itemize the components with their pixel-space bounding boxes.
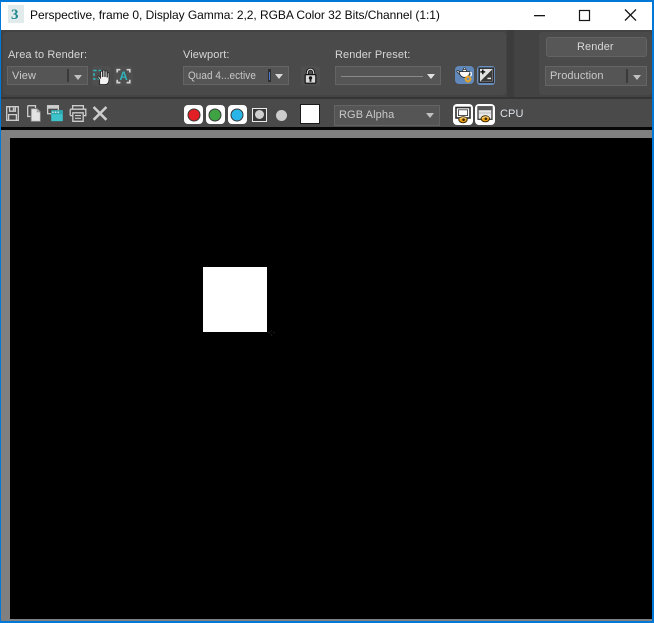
svg-text:A: A: [119, 71, 127, 83]
svg-text:3: 3: [11, 7, 19, 23]
